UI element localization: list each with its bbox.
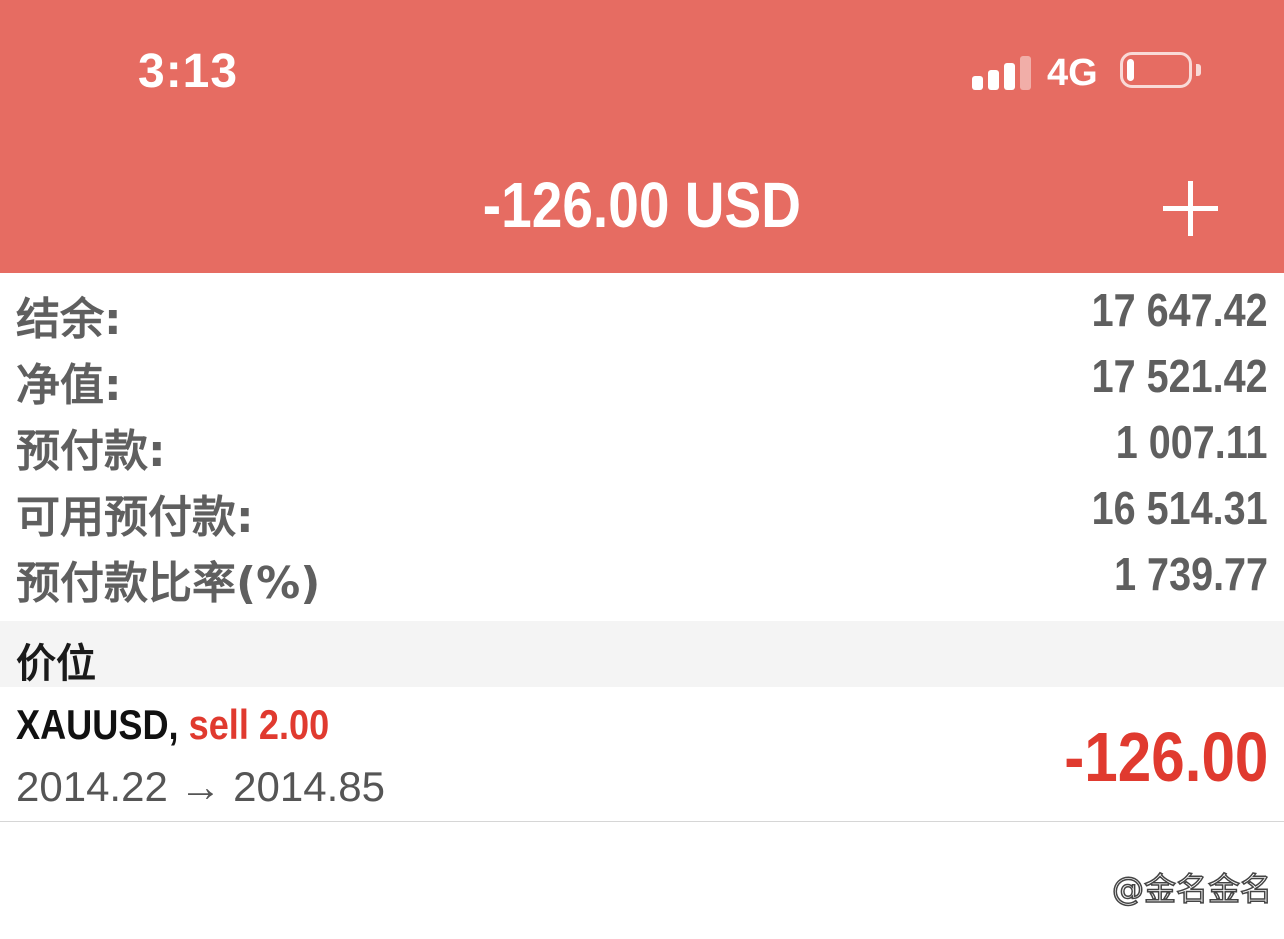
signal-bar-4 <box>1020 56 1031 90</box>
position-header: XAUUSD, sell 2.00 <box>16 701 329 749</box>
equity-label: 净值: <box>16 360 122 411</box>
signal-bar-1 <box>972 76 983 90</box>
margin-label: 预付款: <box>16 426 166 477</box>
account-summary: 结余: 17 647.42 净值: 17 521.42 预付款: 1 007.1… <box>0 273 1284 609</box>
margin-level-label: 预付款比率(%) <box>16 558 321 609</box>
cellular-signal-icon <box>972 54 1032 90</box>
battery-icon <box>1120 52 1192 88</box>
summary-row-free-margin: 可用预付款: 16 514.31 <box>0 471 1284 543</box>
free-margin-value: 16 514.31 <box>1091 482 1268 534</box>
signal-bar-3 <box>1004 63 1015 90</box>
balance-label: 结余: <box>16 294 122 345</box>
summary-row-margin-level: 预付款比率(%) 1 739.77 <box>0 537 1284 609</box>
position-profit: -126.00 <box>1063 718 1268 796</box>
status-time: 3:13 <box>138 45 239 98</box>
header-bar: 3:13 4G -126.00 USD <box>0 0 1284 273</box>
network-type: 4G <box>1047 52 1098 94</box>
position-prices: 2014.22 → 2014.85 <box>16 763 385 810</box>
floating-profit-title: -126.00 USD <box>482 169 801 241</box>
margin-value: 1 007.11 <box>1116 416 1268 468</box>
position-symbol: XAUUSD, <box>16 701 179 748</box>
summary-row-equity: 净值: 17 521.42 <box>0 339 1284 411</box>
summary-row-margin: 预付款: 1 007.11 <box>0 405 1284 477</box>
position-type: sell 2.00 <box>188 701 330 748</box>
margin-level-value: 1 739.77 <box>1114 548 1268 600</box>
equity-value: 17 521.42 <box>1091 350 1268 402</box>
watermark-text: @金名金名 <box>1111 869 1273 909</box>
position-row[interactable]: XAUUSD, sell 2.00 2014.22 → 2014.85 -126… <box>0 687 1284 822</box>
positions-section-title: 价位 <box>16 641 96 687</box>
battery-tip <box>1196 64 1201 76</box>
balance-value: 17 647.42 <box>1091 284 1268 336</box>
free-margin-label: 可用预付款: <box>16 492 254 543</box>
signal-bar-2 <box>988 70 999 90</box>
battery-fill <box>1127 59 1134 81</box>
watermark: @金名金名 <box>1111 864 1273 910</box>
positions-section-header: 价位 <box>0 621 1284 687</box>
plus-icon[interactable] <box>1163 181 1218 236</box>
summary-row-balance: 结余: 17 647.42 <box>0 273 1284 345</box>
